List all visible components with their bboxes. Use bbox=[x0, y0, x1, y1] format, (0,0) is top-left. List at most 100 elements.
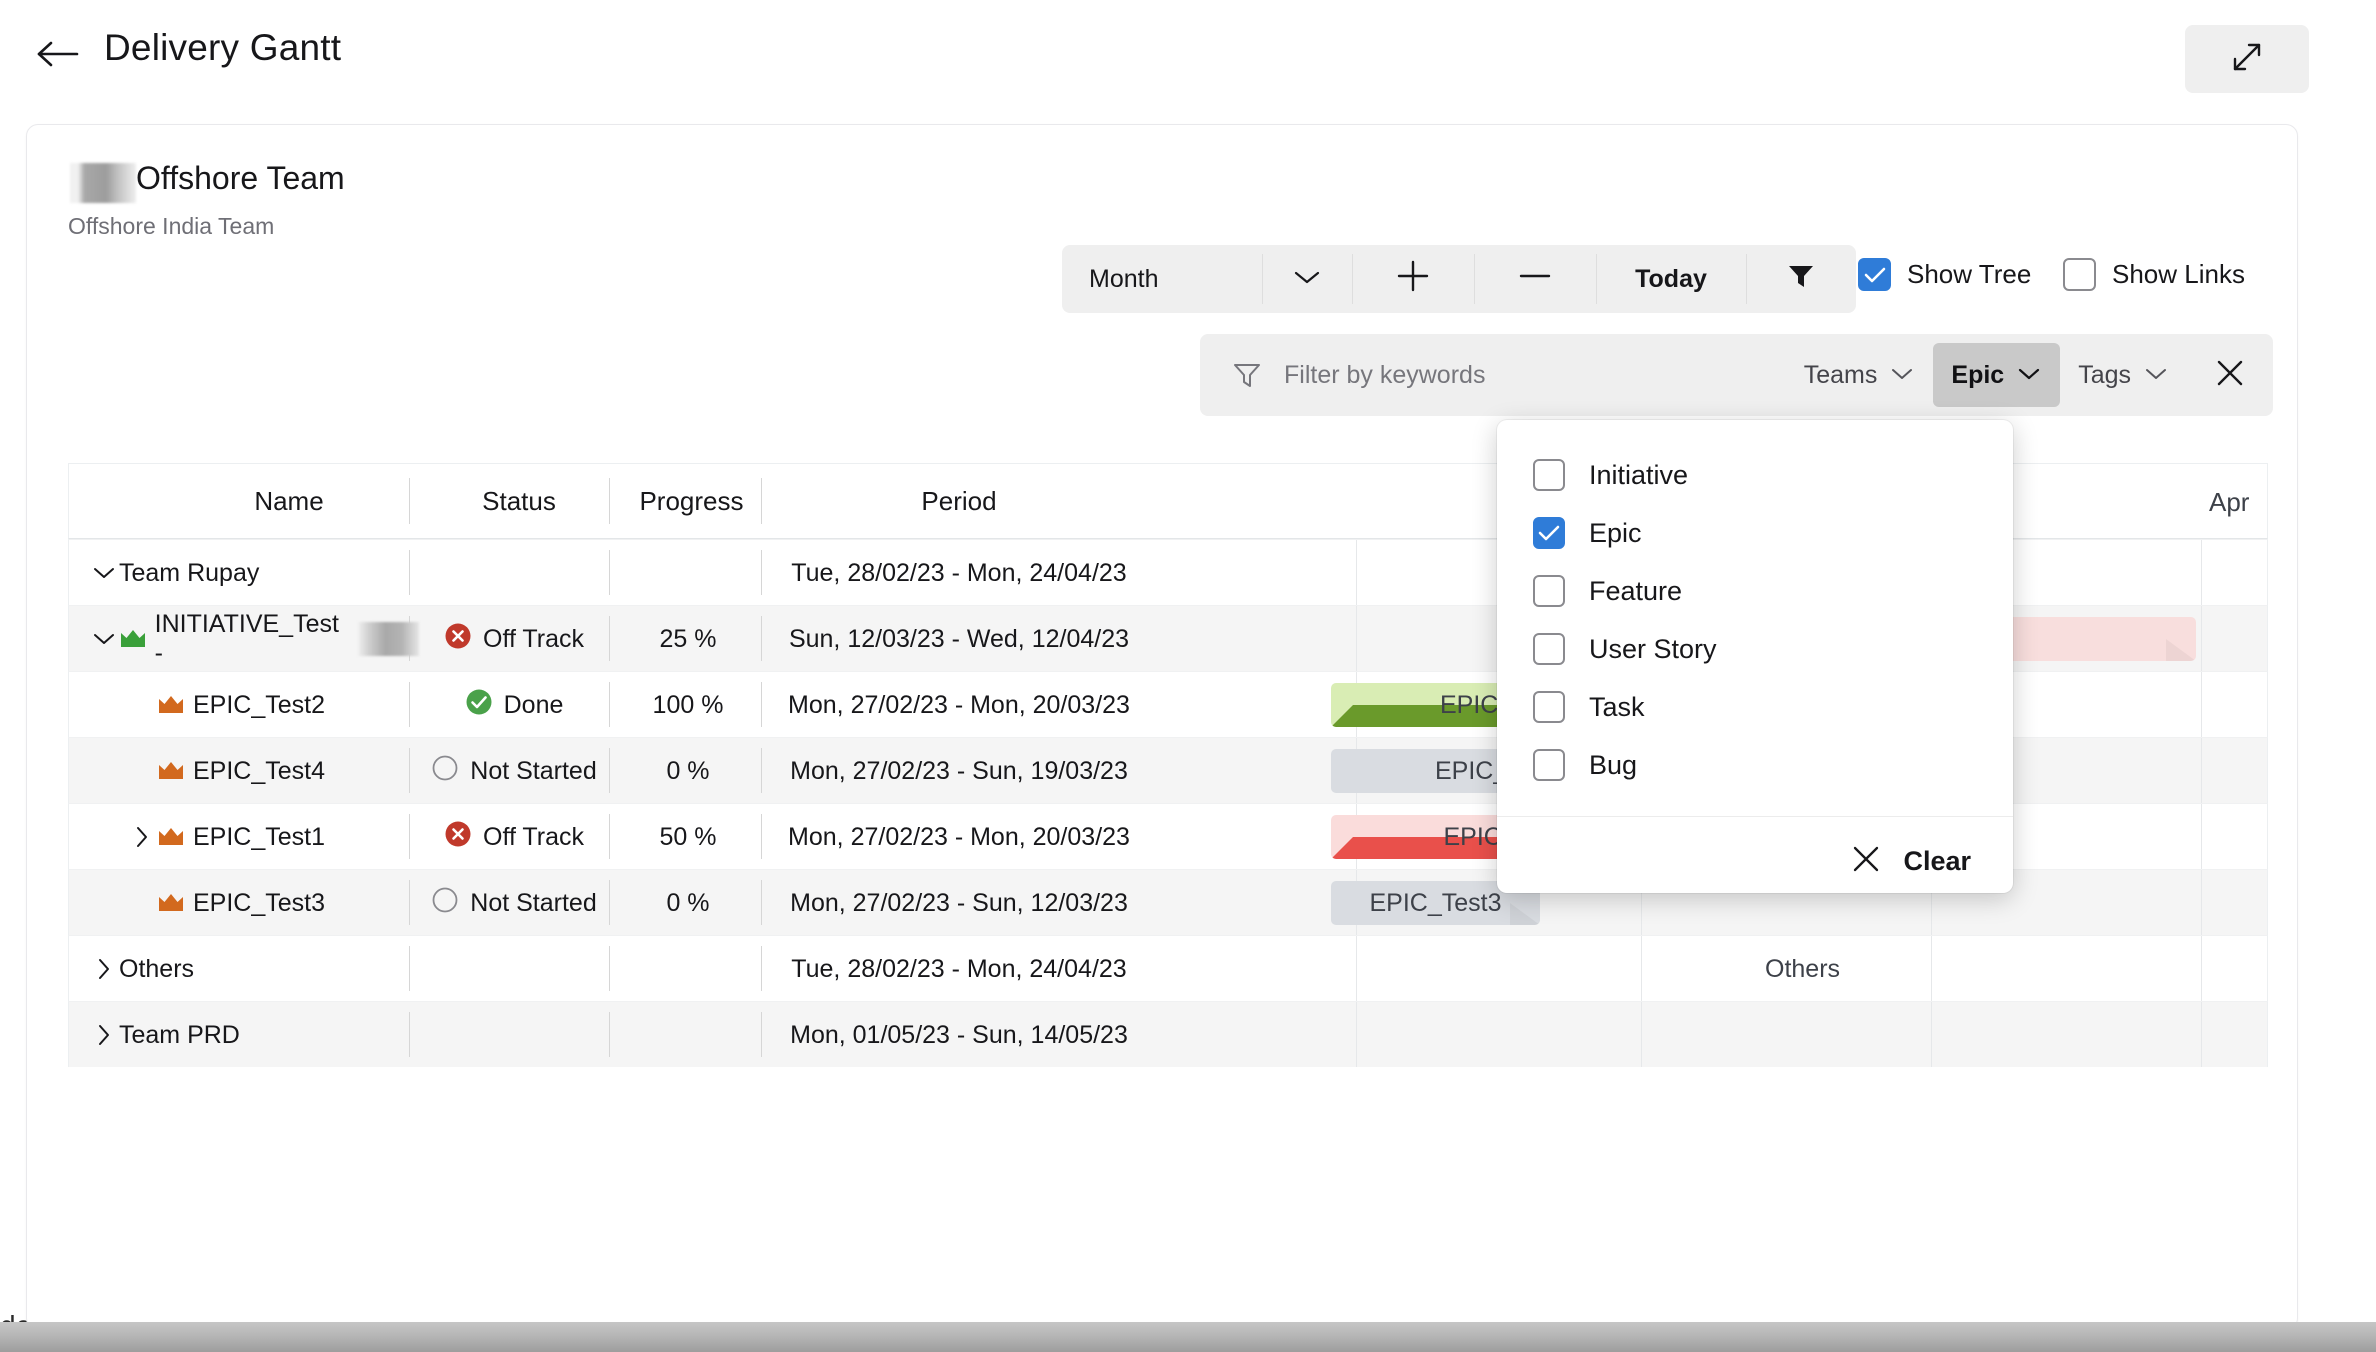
gantt-gridline bbox=[2201, 672, 2202, 737]
dropdown-option-feature[interactable]: Feature bbox=[1497, 562, 2013, 620]
crown-orange-icon bbox=[157, 825, 185, 849]
crown-orange-icon bbox=[157, 693, 185, 717]
zoom-in-button[interactable] bbox=[1352, 245, 1474, 313]
filter-chip-epic-label: Epic bbox=[1951, 360, 2005, 389]
period-value: Mon, 27/02/23 - Sun, 19/03/23 bbox=[790, 756, 1128, 785]
dropdown-option-task[interactable]: Task bbox=[1497, 678, 2013, 736]
row-name-cell: EPIC_Test4 bbox=[127, 738, 457, 804]
clear-button[interactable]: Clear bbox=[1497, 817, 2013, 905]
horizontal-scrollbar[interactable] bbox=[0, 1322, 2376, 1352]
plus-icon bbox=[1396, 259, 1430, 300]
row-name-cell: Team Rupay bbox=[89, 540, 419, 606]
row-status-cell bbox=[419, 936, 609, 1002]
table-row[interactable]: Team PRD Mon, 01/05/23 - Sun, 14/05/23 bbox=[68, 1001, 2268, 1067]
filter-chip-tags[interactable]: Tags bbox=[2060, 343, 2187, 407]
column-header-progress[interactable]: Progress bbox=[619, 486, 764, 517]
row-period-cell: Mon, 27/02/23 - Mon, 20/03/23 bbox=[769, 804, 1149, 870]
dropdown-option-user-story[interactable]: User Story bbox=[1497, 620, 2013, 678]
dropdown-option-checkbox[interactable] bbox=[1533, 517, 1565, 549]
row-progress-cell bbox=[614, 936, 762, 1002]
row-name-cell: Others bbox=[89, 936, 419, 1002]
row-status-cell: Not Started bbox=[419, 738, 609, 804]
row-period-cell: Sun, 12/03/23 - Wed, 12/04/23 bbox=[769, 606, 1149, 672]
header-divider bbox=[409, 478, 410, 524]
row-divider bbox=[609, 550, 610, 595]
dropdown-option-checkbox[interactable] bbox=[1533, 459, 1565, 491]
row-period-cell: Mon, 01/05/23 - Sun, 14/05/23 bbox=[769, 1002, 1149, 1068]
row-expand-toggle[interactable] bbox=[89, 564, 119, 582]
show-links-checkbox[interactable] bbox=[2063, 258, 2096, 291]
gantt-toolbar: Month Today bbox=[1062, 245, 1856, 313]
dropdown-option-initiative[interactable]: Initiative bbox=[1497, 446, 2013, 504]
dropdown-option-checkbox[interactable] bbox=[1533, 691, 1565, 723]
expand-fullscreen-button[interactable] bbox=[2185, 25, 2309, 93]
row-status-cell: Done bbox=[419, 672, 609, 738]
column-header-name[interactable]: Name bbox=[139, 486, 439, 517]
status-label: Not Started bbox=[470, 756, 597, 785]
funnel-icon bbox=[1786, 261, 1816, 298]
period-value: Mon, 27/02/23 - Sun, 12/03/23 bbox=[790, 888, 1128, 917]
page-title: Delivery Gantt bbox=[104, 27, 342, 68]
row-expand-toggle[interactable] bbox=[89, 630, 119, 648]
row-progress-cell: 100 % bbox=[614, 672, 762, 738]
filter-bar-close-button[interactable] bbox=[2187, 357, 2273, 394]
dropdown-option-label: Feature bbox=[1589, 575, 1683, 606]
row-status-cell: Off Track bbox=[419, 804, 609, 870]
status-label: Done bbox=[503, 690, 564, 719]
filter-chip-epic[interactable]: Epic bbox=[1933, 343, 2061, 407]
filter-keywords-input[interactable]: Filter by keywords bbox=[1284, 361, 1485, 390]
dropdown-option-checkbox[interactable] bbox=[1533, 575, 1565, 607]
status-badge: Done bbox=[465, 688, 564, 723]
row-progress-cell: 0 % bbox=[614, 738, 762, 804]
column-header-status[interactable]: Status bbox=[419, 486, 619, 517]
period-value: Tue, 28/02/23 - Mon, 24/04/23 bbox=[791, 954, 1127, 983]
team-avatar bbox=[70, 163, 136, 203]
row-name-cell: INITIATIVE_Test - bbox=[89, 606, 419, 672]
period-value: Mon, 27/02/23 - Mon, 20/03/23 bbox=[788, 690, 1130, 719]
gantt-bar-label-only: Others bbox=[1765, 936, 2025, 1002]
row-progress-cell: 25 % bbox=[614, 606, 762, 672]
funnel-outline-icon bbox=[1232, 360, 1262, 390]
row-expand-toggle[interactable] bbox=[127, 824, 157, 850]
row-expand-toggle[interactable] bbox=[89, 956, 119, 982]
row-period-cell: Tue, 28/02/23 - Mon, 24/04/23 bbox=[769, 936, 1149, 1002]
show-links-checkbox-group[interactable]: Show Links bbox=[2063, 258, 2245, 291]
header-divider bbox=[761, 478, 762, 524]
period-value: Mon, 27/02/23 - Mon, 20/03/23 bbox=[788, 822, 1130, 851]
table-row[interactable]: Others Tue, 28/02/23 - Mon, 24/04/23 Other… bbox=[68, 935, 2268, 1001]
dropdown-option-checkbox[interactable] bbox=[1533, 749, 1565, 781]
row-status-cell bbox=[419, 1002, 609, 1068]
dropdown-option-bug[interactable]: Bug bbox=[1497, 736, 2013, 794]
status-off-track-icon bbox=[444, 820, 472, 855]
chevron-down-icon bbox=[2143, 361, 2169, 390]
progress-value: 25 % bbox=[659, 624, 717, 653]
gantt-month-label: Apr bbox=[2209, 487, 2250, 517]
dropdown-option-checkbox[interactable] bbox=[1533, 633, 1565, 665]
filter-chip-teams[interactable]: Teams bbox=[1786, 343, 1934, 407]
minus-icon bbox=[1518, 259, 1552, 300]
zoom-level-caret-button[interactable] bbox=[1262, 245, 1352, 313]
filter-toggle-button[interactable] bbox=[1746, 245, 1856, 313]
zoom-level-select[interactable]: Month bbox=[1062, 245, 1262, 313]
show-tree-checkbox[interactable] bbox=[1858, 258, 1891, 291]
back-button[interactable] bbox=[32, 30, 84, 82]
row-name-cell: EPIC_Test1 bbox=[127, 804, 457, 870]
gantt-gridline bbox=[1931, 1002, 1932, 1067]
show-tree-checkbox-group[interactable]: Show Tree bbox=[1858, 258, 2031, 291]
gantt-bar-label: Others bbox=[1765, 954, 1841, 983]
crown-green-icon bbox=[119, 627, 147, 651]
gantt-gridline bbox=[1641, 936, 1642, 1001]
today-button[interactable]: Today bbox=[1596, 245, 1746, 313]
team-name: Offshore Team bbox=[136, 160, 345, 196]
row-period-cell: Mon, 27/02/23 - Sun, 12/03/23 bbox=[769, 870, 1149, 936]
chevron-down-icon bbox=[1292, 265, 1322, 294]
row-expand-toggle[interactable] bbox=[89, 1022, 119, 1048]
header-divider bbox=[609, 478, 610, 524]
period-value: Tue, 28/02/23 - Mon, 24/04/23 bbox=[791, 558, 1127, 587]
expand-diagonal-icon bbox=[2226, 36, 2268, 83]
status-badge: Off Track bbox=[444, 622, 584, 657]
status-not-started-icon bbox=[431, 754, 459, 789]
column-header-period[interactable]: Period bbox=[769, 486, 1149, 517]
dropdown-option-epic[interactable]: Epic bbox=[1497, 504, 2013, 562]
zoom-out-button[interactable] bbox=[1474, 245, 1596, 313]
